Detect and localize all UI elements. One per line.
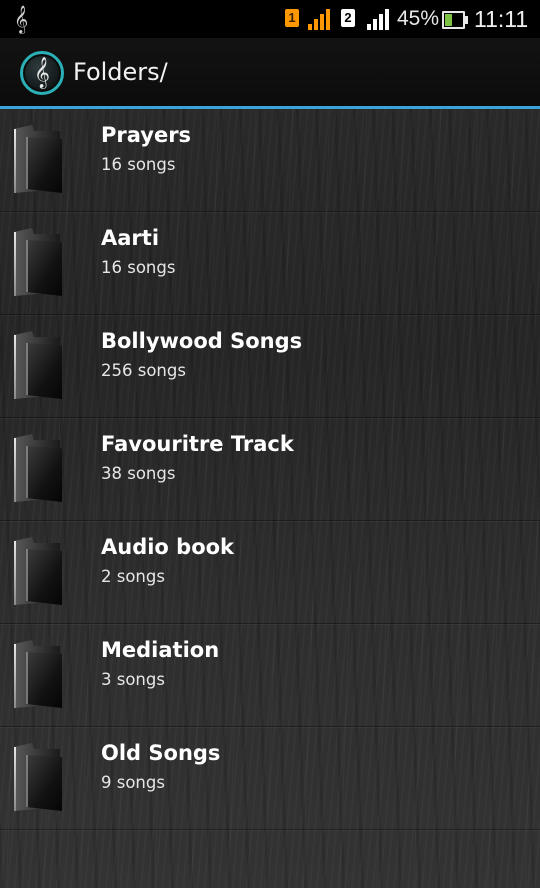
page-title: Folders/	[73, 58, 168, 86]
folder-name: Bollywood Songs	[101, 329, 303, 353]
folder-name: Mediation	[101, 638, 220, 662]
folder-icon	[14, 640, 62, 708]
action-bar: 𝄞 Folders/	[0, 38, 540, 106]
folder-song-count: 16 songs	[101, 258, 176, 277]
folder-list-item[interactable]: Old Songs 9 songs	[0, 727, 540, 830]
folder-name: Favouritre Track	[101, 432, 294, 456]
folder-icon	[14, 743, 62, 811]
folder-list-item[interactable]: Favouritre Track 38 songs	[0, 418, 540, 521]
folder-icon	[14, 434, 62, 502]
folder-name: Audio book	[101, 535, 235, 559]
folder-list-item[interactable]: Aarti 16 songs	[0, 212, 540, 315]
folder-icon	[14, 125, 62, 193]
signal-strength-icon	[308, 8, 330, 30]
folder-icon	[14, 331, 62, 399]
folder-list[interactable]: Prayers 16 songs Aarti 16 songs Bollywoo…	[0, 109, 540, 830]
battery-icon	[442, 11, 468, 29]
status-bar: 𝄞 1 2 45% 11:11	[0, 0, 540, 38]
folder-song-count: 3 songs	[101, 670, 165, 689]
folder-list-item[interactable]: Prayers 16 songs	[0, 109, 540, 212]
folder-name: Aarti	[101, 226, 160, 250]
sim2-icon: 2	[341, 9, 355, 27]
battery-percentage: 45%	[397, 7, 440, 30]
sim1-icon: 1	[285, 9, 299, 27]
folder-song-count: 256 songs	[101, 361, 186, 380]
folder-list-item[interactable]: Mediation 3 songs	[0, 624, 540, 727]
action-bar-divider	[0, 106, 540, 109]
folder-list-item[interactable]: Audio book 2 songs	[0, 521, 540, 624]
folder-name: Old Songs	[101, 741, 221, 765]
folder-song-count: 16 songs	[101, 155, 176, 174]
folder-icon	[14, 228, 62, 296]
folder-song-count: 38 songs	[101, 464, 176, 483]
battery-fill	[445, 14, 452, 26]
folder-song-count: 9 songs	[101, 773, 165, 792]
music-note-icon: 𝄞	[14, 5, 29, 33]
signal-strength-icon	[367, 8, 389, 30]
folder-list-item[interactable]: Bollywood Songs 256 songs	[0, 315, 540, 418]
folder-icon	[14, 537, 62, 605]
folder-name: Prayers	[101, 123, 192, 147]
treble-clef-icon[interactable]: 𝄞	[20, 51, 64, 95]
clock: 11:11	[474, 6, 529, 32]
folder-song-count: 2 songs	[101, 567, 165, 586]
